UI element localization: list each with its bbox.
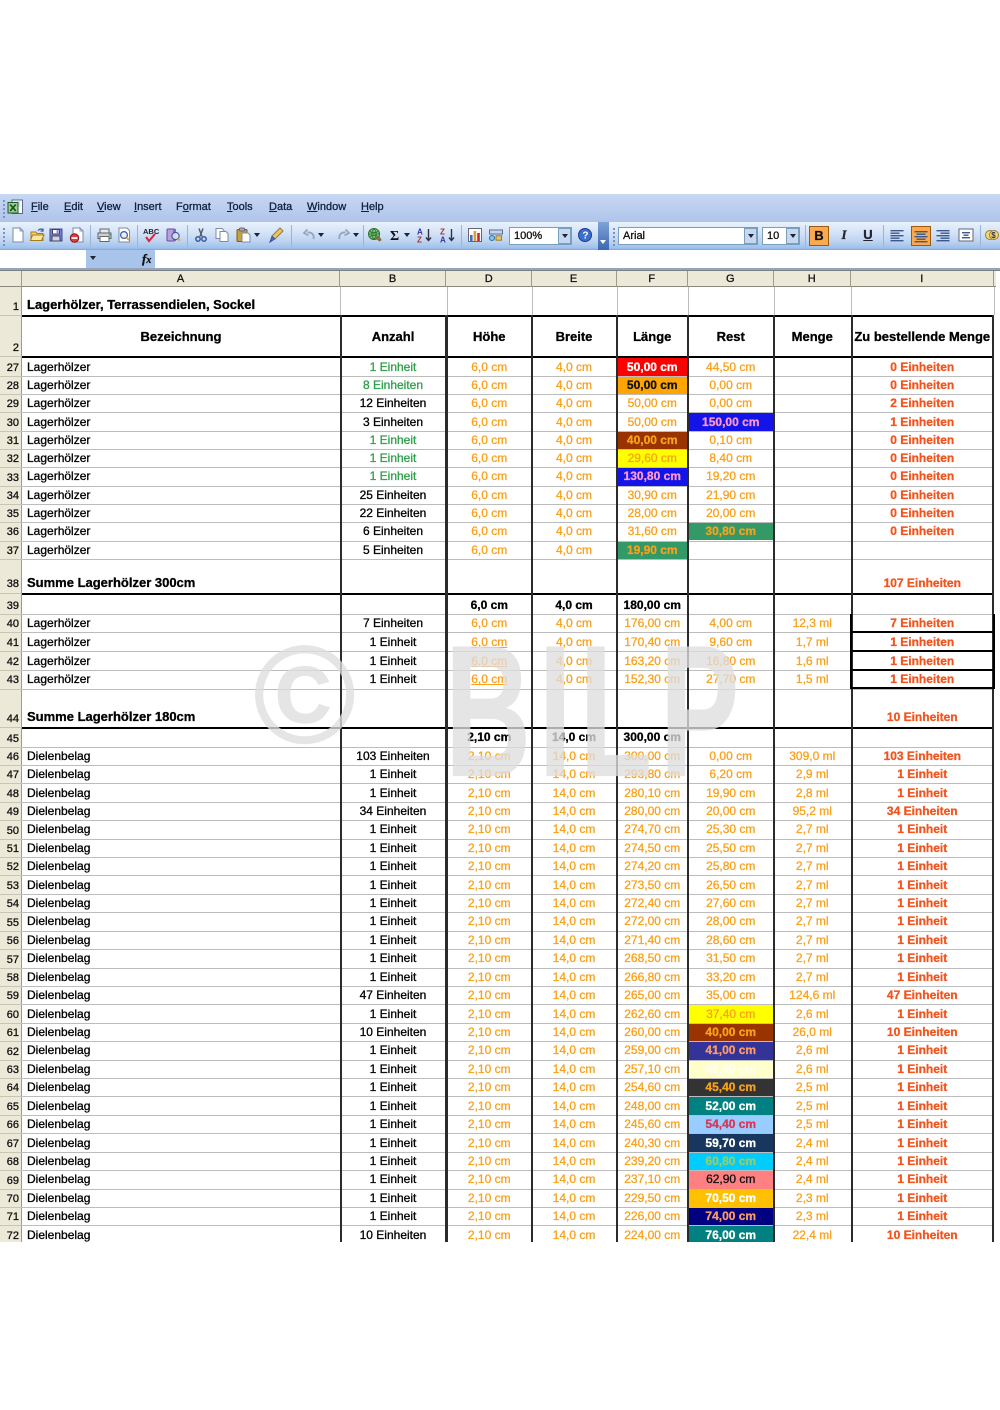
svg-text:Σ: Σ xyxy=(390,229,399,243)
svg-text:$: $ xyxy=(991,231,996,240)
svg-text:A: A xyxy=(440,236,446,244)
svg-text:Z: Z xyxy=(417,236,422,244)
svg-text:ABC: ABC xyxy=(143,227,159,236)
svg-text:?: ? xyxy=(582,231,588,242)
